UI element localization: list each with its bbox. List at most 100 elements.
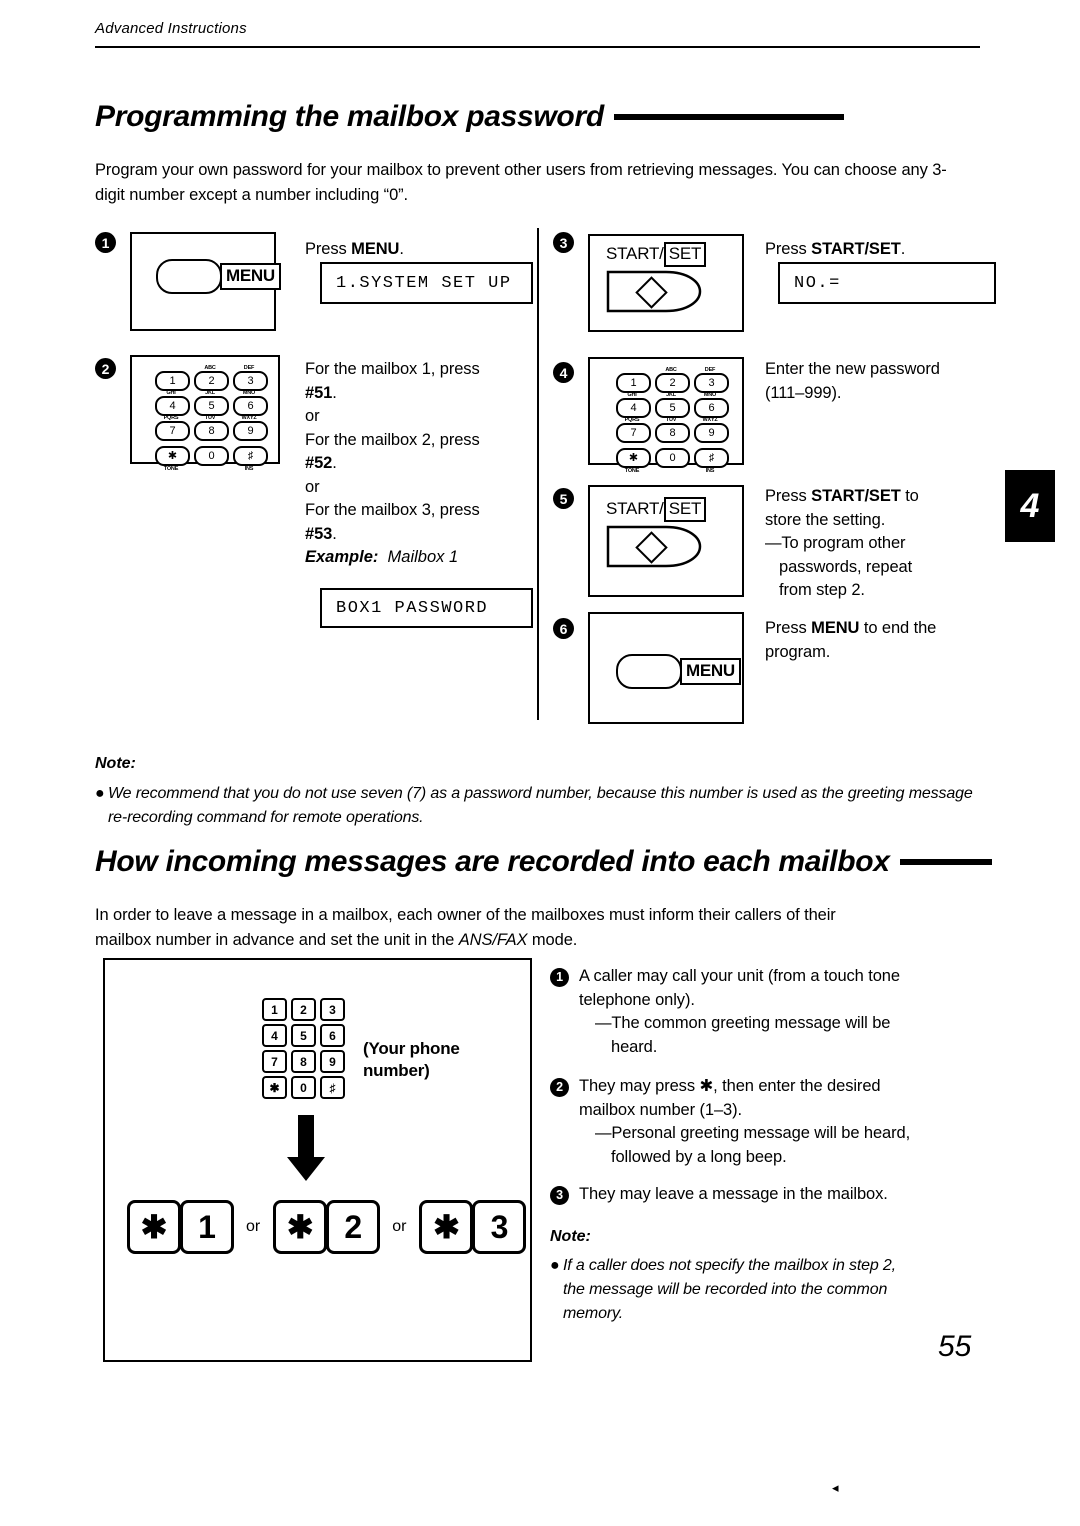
list-marker-2: 2 — [550, 1078, 569, 1097]
step-marker-1: 1 — [95, 232, 116, 253]
step-1-text-after: . — [399, 240, 404, 258]
note-2-text: If a caller does not specify the mailbox… — [550, 1254, 980, 1326]
sq-keypad-row: 1 2 3 — [262, 998, 345, 1021]
step-6-text-after: to end the — [859, 619, 937, 637]
column-divider — [537, 228, 539, 720]
option-1-star-key: ✱ — [127, 1200, 181, 1254]
mailbox-selection-keys: ✱ 1 or ✱ 2 or ✱ 3 — [127, 1200, 527, 1254]
keypad-cell: WXYZ 9 — [231, 415, 268, 441]
keypad-cell: DEF 3 — [692, 367, 729, 393]
sq-keypad-row: ✱ 0 ♯ — [262, 1076, 345, 1099]
set-label: SET — [663, 497, 707, 522]
keypad-cell: DEF 3 — [231, 365, 268, 391]
or-label-1: or — [246, 1218, 261, 1235]
step-2-code2: #52 — [305, 454, 333, 472]
note-text-1: We recommend that you do not use seven (… — [108, 785, 973, 826]
keypad-cell: PQRS 7 — [153, 415, 190, 441]
list-marker-3: 3 — [550, 1186, 569, 1205]
note-2-line1: If a caller does not specify the mailbox… — [563, 1257, 896, 1274]
step-1-illustration-frame: MENU — [130, 232, 281, 331]
step-6-line2: program. — [765, 642, 831, 661]
list-1-line1: A caller may call your unit (from a touc… — [579, 967, 900, 985]
list-2-sub1: —Personal greeting message will be heard… — [595, 1124, 911, 1142]
keypad-cell: PQRS 7 — [614, 417, 651, 443]
keypad-cell: MNO 6 — [231, 390, 268, 416]
step-5-dash1: —To program other — [765, 534, 906, 552]
keypad-row: GHI 4 JKL 5 MNO 6 — [153, 390, 268, 416]
sq-keypad-row: 4 5 6 — [262, 1024, 345, 1047]
keypad-key-hash: ♯ — [694, 448, 729, 468]
down-arrow-svg — [287, 1115, 325, 1181]
keypad-key-3: 3 — [694, 373, 729, 393]
step-2-text: For the mailbox 1, press #51. or For the… — [305, 360, 480, 543]
keypad-row: ✱ TONE 0 ♯ INS — [153, 441, 268, 472]
keypad-key-1: 1 — [616, 373, 651, 393]
step-5-text: Press START/SET to store the setting. —T… — [765, 485, 980, 603]
keypad-key-7: 7 — [155, 421, 190, 441]
sq-key-star: ✱ — [262, 1076, 287, 1099]
incoming-list-item-1: 1 A caller may call your unit (from a to… — [550, 965, 980, 1059]
keypad-cell: 1 — [153, 366, 190, 391]
step-5-illustration-frame: START/SET — [588, 485, 744, 597]
step-marker-5: 5 — [553, 488, 574, 509]
keypad-row: PQRS 7 TUV 8 WXYZ 9 — [153, 415, 268, 441]
lcd-display-2: BOX1 PASSWORD — [320, 588, 533, 628]
note-2-line3: memory. — [563, 1305, 623, 1322]
step-4-text: Enter the new password (111–999). — [765, 358, 980, 405]
caller-phone-keypad-icon: 1 2 3 4 5 6 7 8 9 ✱ 0 ♯ — [262, 998, 345, 1102]
start-label: START/ — [606, 499, 664, 519]
lcd-display-3: NO.= — [778, 262, 996, 304]
step-1-text-before: Press — [305, 240, 352, 258]
keypad-key-9: 9 — [233, 421, 268, 441]
chapter-tab: 4 — [1005, 470, 1055, 542]
list-2-line2: mailbox number (1–3). — [579, 1100, 742, 1119]
section-2-intro-line2a: mailbox number in advance and set the un… — [95, 931, 459, 949]
sq-key-2: 2 — [291, 998, 316, 1021]
keypad-star-sub: TONE — [163, 466, 179, 472]
step-marker-4: 4 — [553, 362, 574, 383]
sq-key-hash: ♯ — [320, 1076, 345, 1099]
menu-button-icon-2: MENU — [616, 654, 741, 689]
keypad-cell: 0 — [192, 441, 229, 466]
example-label: Example: — [305, 548, 379, 566]
keypad-key-star: ✱ — [616, 448, 651, 468]
keypad-cell: JKL 5 — [192, 390, 229, 416]
note-bullet-2: ● — [550, 1257, 560, 1274]
keypad-star-sub: TONE — [624, 468, 640, 474]
keypad-key-0: 0 — [655, 448, 690, 468]
list-1-line2: telephone only). — [579, 990, 695, 1009]
step-6-illustration-frame: MENU — [588, 612, 744, 724]
step-1-text: Press MENU. — [305, 238, 520, 262]
step-3-text-after: . — [900, 240, 906, 258]
sq-keypad-row: 7 8 9 — [262, 1050, 345, 1073]
step-2-line3: For the mailbox 3, press — [305, 501, 480, 519]
note-body-1: ● We recommend that you do not use seven… — [95, 782, 980, 830]
sq-key-6: 6 — [320, 1024, 345, 1047]
keypad-key-3: 3 — [233, 371, 268, 391]
keypad-key-9: 9 — [694, 423, 729, 443]
keypad-key-4: 4 — [155, 396, 190, 416]
keypad-cell: ✱ TONE — [614, 443, 651, 474]
step-2-illustration-frame: 1 ABC 2 DEF 3 GHI 4 JKL 5 MNO 6 PQRS 7 TUV 8 WX… — [130, 355, 280, 472]
start-set-caption-2: START/SET — [606, 497, 707, 522]
sq-key-9: 9 — [320, 1050, 345, 1073]
keypad-hash-sub: INS — [244, 466, 254, 472]
keypad-key-6: 6 — [233, 396, 268, 416]
step-4-line1: Enter the new password — [765, 360, 940, 378]
keypad-row: 1 ABC 2 DEF 3 — [153, 365, 268, 391]
step-marker-2: 2 — [95, 358, 116, 379]
option-1-digit-key: 1 — [180, 1200, 234, 1254]
sq-key-8: 8 — [291, 1050, 316, 1073]
option-2-digit-key: 2 — [326, 1200, 381, 1254]
step-marker-6: 6 — [553, 618, 574, 639]
keypad-cell: TUV 8 — [192, 415, 229, 441]
keypad-cell: MNO 6 — [692, 392, 729, 418]
step-marker-3: 3 — [553, 232, 574, 253]
step-5-text-bold: START/SET — [811, 487, 901, 505]
step-5-line2: store the setting. — [765, 510, 886, 529]
list-3-line1: They may leave a message in the mailbox. — [579, 1185, 888, 1203]
keypad-cell: TUV 8 — [653, 417, 690, 443]
section-heading-2: How incoming messages are recorded into … — [95, 845, 992, 879]
keypad-cell: 1 — [614, 368, 651, 393]
step-2-or1: or — [305, 407, 320, 425]
